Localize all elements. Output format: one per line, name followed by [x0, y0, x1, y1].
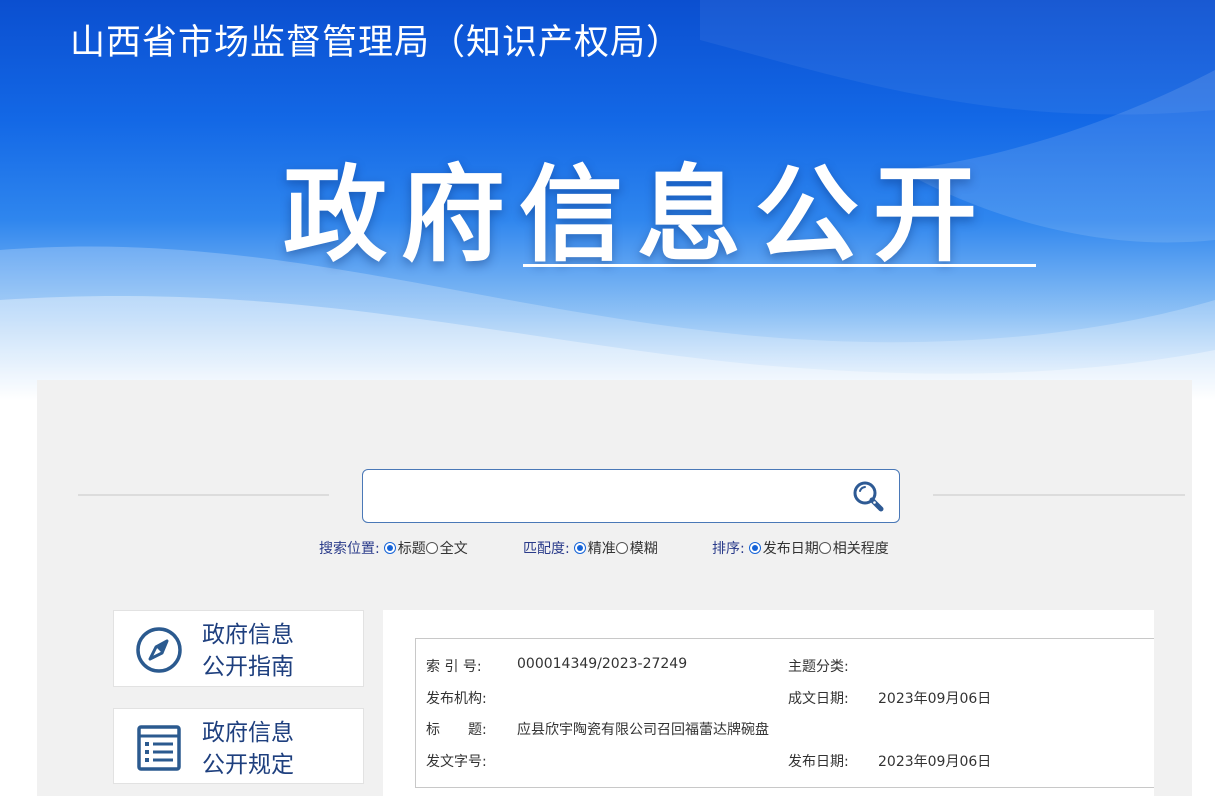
docno-label: 发文字号: [426, 754, 487, 770]
radio-title[interactable]: 标题 [383, 538, 426, 558]
radio-title-indicator [383, 542, 396, 554]
search-position-label: 搜索位置: [319, 541, 380, 557]
radio-fulltext[interactable]: 全文 [425, 538, 468, 558]
title-value: 应县欣宇陶瓷有限公司召回福蕾达牌碗盘 [517, 722, 769, 738]
list-icon [137, 725, 181, 771]
radio-exact-indicator [573, 542, 586, 554]
nav-guide-line1: 政府信息 [202, 622, 294, 648]
topic-label: 主题分类: [788, 659, 849, 675]
radio-publish-date-indicator [748, 542, 761, 554]
radio-title-label: 标题 [397, 541, 426, 557]
divider-right [933, 494, 1185, 496]
created-date-value: 2023年09月06日 [878, 691, 992, 707]
radio-fuzzy-indicator [615, 542, 628, 554]
title-underline [523, 264, 1036, 267]
index-label: 索 引 号: [426, 659, 482, 675]
nav-disclosure-guide[interactable]: 政府信息 公开指南 [113, 610, 364, 687]
radio-relevance-indicator [818, 542, 831, 554]
radio-relevance[interactable]: 相关程度 [818, 538, 889, 558]
search-box [362, 469, 900, 523]
divider-left [78, 494, 329, 496]
radio-fuzzy[interactable]: 模糊 [615, 538, 658, 558]
published-date-label: 发布日期: [788, 754, 849, 770]
search-input[interactable] [375, 478, 845, 514]
search-options: 搜索位置: 标题 全文 匹配度: 精准 模糊 排序: 发布日期 相关程度 [0, 538, 1215, 558]
nav-rules-line2: 公开规定 [202, 752, 294, 778]
search-position-group: 搜索位置: 标题 全文 [319, 538, 468, 558]
radio-fulltext-indicator [425, 542, 438, 554]
sort-group: 排序: 发布日期 相关程度 [712, 538, 889, 558]
radio-exact-label: 精准 [587, 541, 616, 557]
published-date-value: 2023年09月06日 [878, 754, 992, 770]
agency-label: 发布机构: [426, 691, 487, 707]
search-button[interactable] [851, 479, 887, 515]
radio-publish-date-label: 发布日期 [762, 541, 819, 557]
nav-rules-line1: 政府信息 [202, 720, 294, 746]
radio-fuzzy-label: 模糊 [629, 541, 658, 557]
nav-disclosure-rules[interactable]: 政府信息 公开规定 [113, 708, 364, 784]
header-banner: 山西省市场监督管理局（知识产权局） 政府信息公开 [0, 0, 1215, 400]
radio-publish-date[interactable]: 发布日期 [748, 538, 819, 558]
title-label: 标 题: [426, 722, 487, 738]
radio-exact[interactable]: 精准 [573, 538, 616, 558]
radio-fulltext-label: 全文 [439, 541, 468, 557]
nav-rules-label: 政府信息 公开规定 [202, 717, 294, 781]
radio-relevance-label: 相关程度 [832, 541, 889, 557]
match-label: 匹配度: [523, 541, 570, 557]
page-title: 政府信息公开 [283, 154, 992, 276]
index-value: 000014349/2023-27249 [517, 656, 688, 672]
created-date-label: 成文日期: [788, 691, 849, 707]
search-icon [853, 481, 884, 512]
site-title: 山西省市场监督管理局（知识产权局） [70, 23, 683, 63]
nav-guide-line2: 公开指南 [202, 654, 294, 680]
sort-label: 排序: [712, 541, 745, 557]
compass-icon [136, 627, 182, 673]
match-group: 匹配度: 精准 模糊 [523, 538, 658, 558]
nav-guide-label: 政府信息 公开指南 [202, 619, 294, 683]
